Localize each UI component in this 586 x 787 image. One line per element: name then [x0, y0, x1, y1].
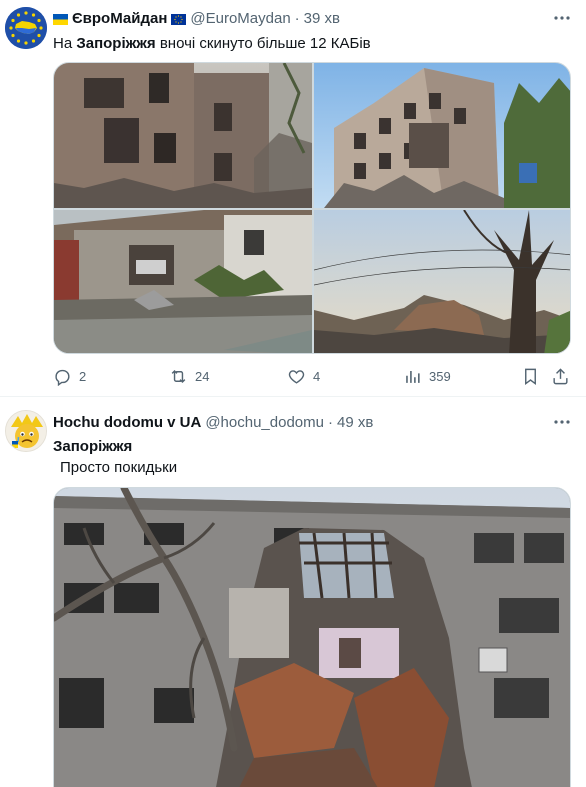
- author-name[interactable]: Hochu dodomu v UA: [53, 413, 201, 433]
- tweet-text-line2: Просто покидьки: [60, 459, 178, 476]
- views-icon: [406, 370, 420, 383]
- more-icon[interactable]: [552, 9, 572, 29]
- tweet-text-line1: Запоріжжя: [53, 438, 133, 455]
- like-button[interactable]: 4: [287, 367, 320, 386]
- views-button[interactable]: 359: [403, 367, 451, 386]
- text-bold: Запоріжжя: [76, 35, 156, 52]
- tweet-actions: 2 24 4 359: [53, 367, 571, 389]
- timestamp[interactable]: 49 хв: [337, 413, 373, 433]
- ukraine-flag-icon: [53, 13, 68, 25]
- reply-button[interactable]: 2: [53, 367, 86, 386]
- timestamp[interactable]: 39 хв: [304, 9, 340, 29]
- sad-face-avatar-icon: [6, 411, 46, 451]
- repost-icon: [171, 369, 186, 384]
- bookmark-icon: [525, 368, 536, 386]
- separator: ·: [327, 414, 333, 431]
- views-count: 359: [429, 369, 451, 384]
- like-count: 4: [313, 369, 321, 384]
- photo-destroyed-apartment-block[interactable]: [53, 487, 571, 787]
- avatar[interactable]: [5, 410, 47, 452]
- media-grid: [53, 62, 571, 354]
- author-handle[interactable]: @EuroMaydan: [190, 9, 290, 29]
- photo-damaged-garage[interactable]: [54, 210, 312, 353]
- photo-damaged-building-1[interactable]: [54, 63, 312, 208]
- separator: ·: [294, 10, 300, 27]
- tweet-header: Hochu dodomu v UA @hochu_dodomu · 49 хв: [53, 413, 373, 433]
- photo-damaged-building-2[interactable]: [314, 63, 570, 208]
- share-icon: [553, 368, 568, 385]
- photo-destroyed-house-tree[interactable]: [314, 210, 570, 353]
- reply-icon: [55, 369, 70, 386]
- bookmark-button[interactable]: [521, 367, 540, 386]
- author-name[interactable]: ЄвроМайдан: [72, 9, 167, 29]
- repost-count: 24: [195, 369, 210, 384]
- tweet-hochu-dodomu[interactable]: Hochu dodomu v UA @hochu_dodomu · 49 хв …: [0, 398, 586, 787]
- tweet-euromaydan[interactable]: ЄвроМайдан @EuroMaydan · 39 хв На Запорі…: [0, 0, 586, 397]
- text-suffix: вночі скинуто більше 12 КАБів: [155, 35, 371, 52]
- more-icon[interactable]: [552, 413, 572, 433]
- avatar[interactable]: [5, 7, 47, 49]
- repost-button[interactable]: 24: [169, 367, 209, 386]
- euromaydan-logo-icon: [5, 7, 47, 49]
- like-icon: [288, 370, 305, 384]
- author-handle[interactable]: @hochu_dodomu: [205, 413, 324, 433]
- tweet-header: ЄвроМайдан @EuroMaydan · 39 хв: [53, 9, 340, 29]
- text-prefix: На: [53, 35, 77, 52]
- eu-flag-icon: [171, 13, 187, 25]
- share-button[interactable]: [551, 367, 570, 386]
- tweet-text: На Запоріжжя вночі скинуто більше 12 КАБ…: [53, 33, 371, 54]
- reply-count: 2: [79, 369, 87, 384]
